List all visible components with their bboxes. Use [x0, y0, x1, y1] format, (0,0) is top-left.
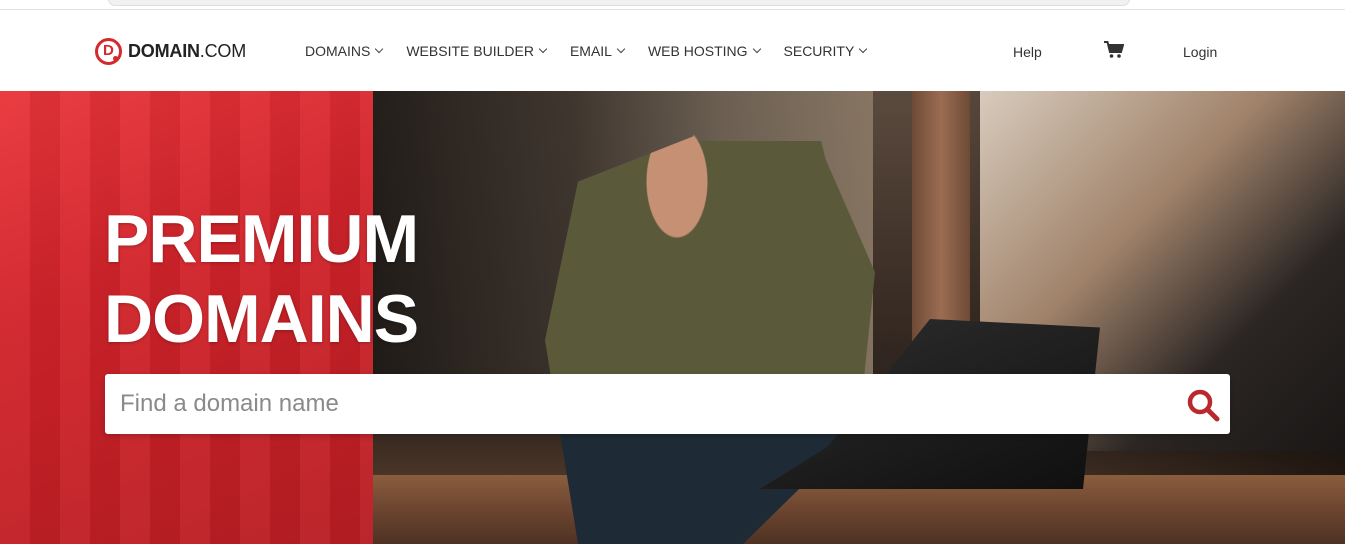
- site-logo[interactable]: D DOMAIN.COM: [95, 38, 246, 65]
- hero-title-line1: PREMIUM: [104, 201, 419, 277]
- nav-web-hosting-label: WEB HOSTING: [647, 43, 748, 59]
- logo-dot: [113, 56, 118, 61]
- domain-search-input[interactable]: [105, 374, 1165, 434]
- site-header: D DOMAIN.COM DOMAINS WEBSITE BUILDER EMA…: [0, 11, 1345, 91]
- chevron-down-icon: [616, 44, 626, 54]
- nav-web-hosting[interactable]: WEB HOSTING: [647, 43, 761, 59]
- domain-search-box: [105, 374, 1230, 434]
- hero-title-line2: DOMAINS: [104, 281, 419, 357]
- logo-wordmark-bold: DOMAIN: [128, 41, 200, 61]
- search-icon[interactable]: [1186, 388, 1220, 422]
- hero-banner: PREMIUM DOMAINS: [0, 91, 1345, 544]
- chevron-down-icon: [752, 44, 761, 54]
- nav-website-builder-label: WEBSITE BUILDER: [406, 43, 534, 59]
- nav-domains-label: DOMAINS: [305, 43, 371, 59]
- logo-wordmark: DOMAIN.COM: [128, 41, 246, 62]
- nav-email-label: EMAIL: [569, 43, 612, 59]
- nav-security-label: SECURITY: [783, 43, 855, 59]
- main-nav: DOMAINS WEBSITE BUILDER EMAIL WEB HOSTIN…: [305, 43, 890, 59]
- address-bar-remnant: [108, 0, 1130, 6]
- login-link[interactable]: Login: [1183, 44, 1217, 60]
- nav-domains[interactable]: DOMAINS: [305, 43, 384, 59]
- chevron-down-icon: [859, 44, 868, 54]
- chevron-down-icon: [375, 44, 384, 54]
- nav-website-builder[interactable]: WEBSITE BUILDER: [406, 43, 548, 59]
- help-link[interactable]: Help: [1013, 44, 1042, 60]
- cart-icon[interactable]: [1104, 41, 1125, 59]
- nav-security[interactable]: SECURITY: [783, 43, 868, 59]
- chevron-down-icon: [538, 44, 548, 54]
- logo-wordmark-suffix: .COM: [199, 41, 246, 61]
- logo-letter: D: [103, 42, 114, 59]
- browser-top-strip: [0, 0, 1345, 10]
- hero-title: PREMIUM DOMAINS: [104, 199, 419, 359]
- domain-logo-icon: D: [95, 38, 122, 65]
- nav-email[interactable]: EMAIL: [569, 43, 626, 59]
